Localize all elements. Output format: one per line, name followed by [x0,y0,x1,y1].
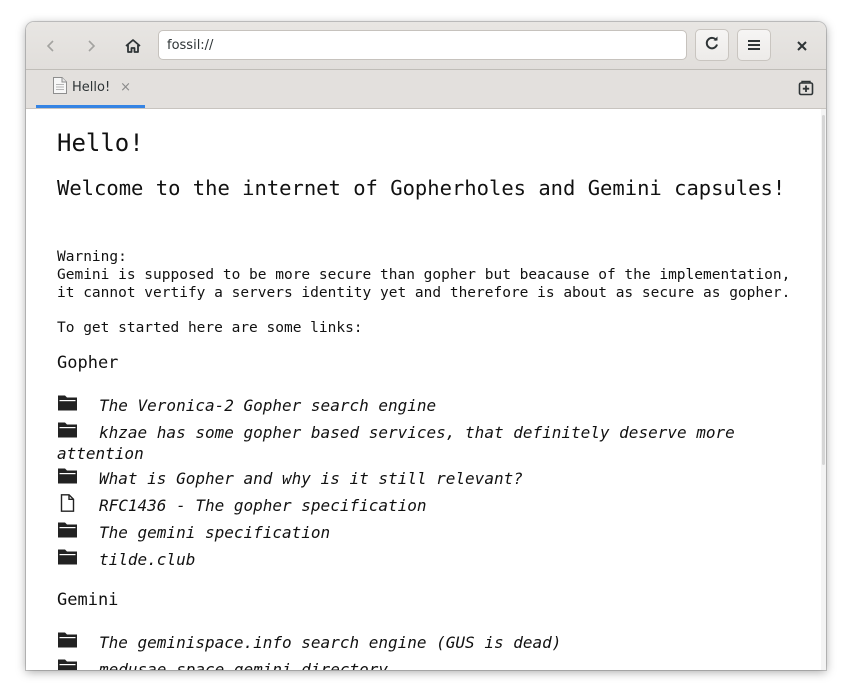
hamburger-menu-icon [747,36,761,55]
link-label: medusae.space gemini directory [99,660,388,670]
forward-arrow-icon [85,39,97,53]
page-content: Hello! Welcome to the internet of Gopher… [26,109,821,670]
tab-label: Hello! [72,80,111,95]
home-icon [124,38,142,54]
tab-close-icon[interactable]: × [120,80,131,95]
scrollbar-thumb[interactable] [822,115,825,465]
browser-window: Hello! × Hello! Welcome to the internet … [26,22,826,670]
link-tilde-club[interactable]: tilde.club [57,548,777,570]
section-heading-gopher: Gopher [57,353,119,373]
home-button[interactable] [116,30,150,62]
link-khzae[interactable]: khzae has some gopher based services, th… [57,421,777,464]
folder-icon [57,521,79,539]
folder-icon [57,467,79,485]
link-veronica[interactable]: The Veronica-2 Gopher search engine [57,394,777,416]
link-label: khzae has some gopher based services, th… [57,423,735,463]
link-label: The geminispace.info search engine (GUS … [99,633,562,652]
link-what-is-gopher[interactable]: What is Gopher and why is it still relev… [57,467,777,489]
page-title: Hello! [57,129,144,157]
menu-button[interactable] [737,29,771,61]
url-input[interactable] [158,30,687,60]
link-rfc1436[interactable]: RFC1436 - The gopher specification [57,494,777,516]
link-label: What is Gopher and why is it still relev… [99,469,523,488]
new-tab-icon [798,80,814,100]
intro-text: To get started here are some links: [57,320,363,336]
link-geminispace[interactable]: The geminispace.info search engine (GUS … [57,631,777,653]
folder-icon [57,658,79,670]
header-bar [26,22,826,70]
reload-button[interactable] [695,29,729,61]
forward-button[interactable] [74,30,108,62]
warning-text: Warning: Gemini is supposed to be more s… [57,249,791,301]
reload-icon [704,35,720,55]
new-tab-button[interactable] [796,80,816,100]
close-icon [796,37,808,56]
folder-icon [57,631,79,649]
folder-icon [57,394,79,412]
link-medusae[interactable]: medusae.space gemini directory [57,658,777,670]
back-button[interactable] [34,30,68,62]
tab-bar: Hello! × [26,70,826,109]
link-label: tilde.club [99,550,196,569]
document-icon [52,76,68,99]
link-label: The gemini specification [99,523,331,542]
folder-icon [57,421,79,439]
link-label: The Veronica-2 Gopher search engine [99,396,437,415]
link-label: RFC1436 - The gopher specification [99,496,427,515]
section-heading-gemini: Gemini [57,590,119,610]
vertical-scrollbar[interactable] [821,109,826,670]
folder-icon [57,548,79,566]
window-close-button[interactable] [785,30,819,62]
tab-hello[interactable]: Hello! × [36,70,145,108]
link-gemini-spec[interactable]: The gemini specification [57,521,777,543]
document-icon [57,494,79,512]
back-arrow-icon [45,39,57,53]
welcome-heading: Welcome to the internet of Gopherholes a… [57,176,786,200]
